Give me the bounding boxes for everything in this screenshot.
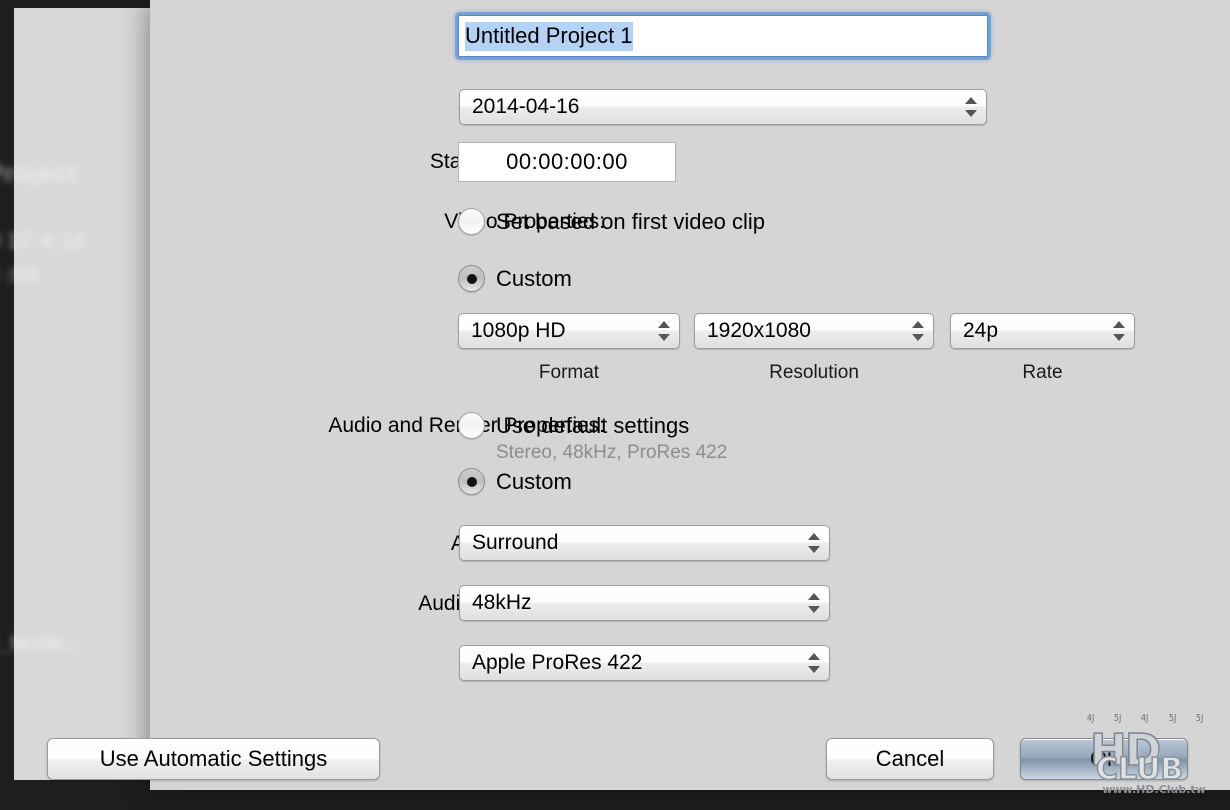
backdrop-left-edge — [0, 8, 14, 780]
video-properties-custom-label: Custom — [496, 266, 572, 292]
video-resolution-caption: Resolution — [694, 362, 934, 384]
stepper-arrows-icon[interactable] — [1113, 319, 1125, 343]
radio-unselected-icon[interactable] — [458, 412, 485, 439]
backdrop-divider-3 — [0, 530, 14, 533]
backdrop-ghost-texts: t_texte... — [0, 630, 84, 656]
audio-render-default-sublabel: Stereo, 48kHz, ProRes 422 — [496, 442, 727, 464]
video-properties-radio-auto[interactable]: Set based on first video clip — [458, 208, 765, 235]
backdrop-ghost-project: Project — [0, 158, 78, 189]
audio-sample-rate-value: 48kHz — [472, 591, 532, 615]
render-format-value: Apple ProRes 422 — [472, 651, 642, 675]
stepper-arrows-icon[interactable] — [808, 651, 820, 675]
video-format-caption: Format — [458, 362, 680, 384]
video-resolution-select[interactable]: 1920x1080 — [694, 313, 934, 349]
audio-render-default-label: Use default settings — [496, 413, 689, 439]
project-name-input[interactable]: Untitled Project 1 — [458, 15, 988, 57]
cancel-button[interactable]: Cancel — [826, 738, 994, 780]
radio-selected-icon[interactable] — [458, 265, 485, 292]
backdrop-divider-2 — [0, 470, 14, 473]
video-resolution-value: 1920x1080 — [707, 319, 811, 343]
stepper-arrows-icon[interactable] — [658, 319, 670, 343]
radio-selected-icon[interactable] — [458, 468, 485, 495]
use-automatic-settings-button[interactable]: Use Automatic Settings — [47, 738, 380, 780]
ok-button[interactable]: Ok — [1020, 738, 1188, 780]
video-rate-value: 24p — [963, 319, 998, 343]
stepper-arrows-icon[interactable] — [808, 531, 820, 555]
video-format-value: 1080p HD — [471, 319, 566, 343]
video-properties-auto-label: Set based on first video clip — [496, 209, 765, 235]
audio-render-custom-label: Custom — [496, 469, 572, 495]
render-format-select[interactable]: Apple ProRes 422 — [459, 645, 830, 681]
stepper-arrows-icon[interactable] — [808, 591, 820, 615]
backdrop-ghost-count: 4 :09 — [0, 262, 39, 288]
audio-channels-value: Surround — [472, 531, 558, 555]
audio-channels-select[interactable]: Surround — [459, 525, 830, 561]
backdrop-divider-1 — [0, 398, 14, 401]
starting-timecode-value: 00:00:00:00 — [506, 149, 628, 175]
stepper-arrows-icon[interactable] — [965, 95, 977, 119]
video-properties-radio-custom[interactable]: Custom — [458, 265, 572, 292]
backdrop-ghost-date: 9 17:4:10 — [0, 228, 87, 254]
project-properties-dialog: Project Name: Untitled Project 1 In Even… — [150, 0, 1230, 790]
audio-sample-rate-select[interactable]: 48kHz — [459, 585, 830, 621]
video-rate-select[interactable]: 24p — [950, 313, 1135, 349]
in-event-select[interactable]: 2014-04-16 — [459, 89, 987, 125]
audio-render-radio-custom[interactable]: Custom — [458, 468, 572, 495]
project-name-value: Untitled Project 1 — [465, 22, 633, 51]
radio-unselected-icon[interactable] — [458, 208, 485, 235]
audio-render-radio-default[interactable]: Use default settings — [458, 412, 689, 439]
in-event-value: 2014-04-16 — [472, 95, 579, 119]
video-rate-caption: Rate — [950, 362, 1135, 384]
stepper-arrows-icon[interactable] — [912, 319, 924, 343]
video-format-select[interactable]: 1080p HD — [458, 313, 680, 349]
starting-timecode-input[interactable]: 00:00:00:00 — [458, 142, 676, 182]
